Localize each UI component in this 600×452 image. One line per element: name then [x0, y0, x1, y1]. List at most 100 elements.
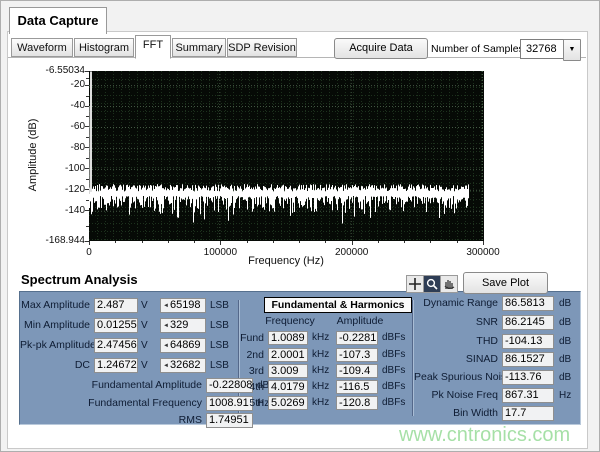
x-axis-minor-tick	[115, 241, 116, 243]
harmonic-label: Fund	[240, 331, 264, 346]
tab-sdp-revision[interactable]: SDP Revision	[227, 38, 297, 57]
analysis-label: Min Amplitude	[20, 318, 90, 333]
volts-field-value: 2.487	[97, 299, 125, 311]
volts-field[interactable]: 2.47456	[94, 338, 138, 353]
lsb-field[interactable]: ◄65198	[160, 298, 206, 313]
metric-field[interactable]: 867.31	[502, 388, 554, 403]
analysis-label: Dynamic Range	[414, 296, 498, 311]
unit-label: dBFs	[382, 330, 405, 345]
pan-hand-icon[interactable]	[440, 275, 458, 293]
harmonic-amplitude-field[interactable]: -109.4	[336, 364, 378, 378]
x-axis-minor-tick	[273, 241, 274, 243]
tab-waveform[interactable]: Waveform	[11, 38, 73, 57]
field-scroll-arrow-icon[interactable]: ◄	[163, 323, 169, 329]
unit-label: kHz	[312, 347, 329, 362]
lsb-field-value: 329	[170, 319, 188, 331]
analysis-label: RMS	[20, 413, 202, 428]
analysis-label: Bin Width	[414, 406, 498, 421]
metric-field[interactable]: -113.76	[502, 370, 554, 385]
unit-label: dBFs	[382, 363, 405, 378]
field-scroll-arrow-icon[interactable]: ◄	[163, 303, 169, 309]
unit-label: dBFs	[382, 395, 405, 410]
fft-tab-page: Amplitude (dB) Frequency (Hz) -6.55034-2…	[1, 58, 599, 273]
metric-field-value: 86.2145	[505, 316, 545, 328]
analysis-label: DC	[20, 358, 90, 373]
y-tick-label: -20	[31, 79, 85, 90]
harmonic-amplitude-field-value: -120.8	[339, 397, 370, 409]
field-scroll-arrow-icon[interactable]: ◄	[163, 343, 169, 349]
tab-fft[interactable]: FFT	[135, 35, 171, 59]
metric-field-value: 86.1527	[505, 353, 545, 365]
scalar-field-value: 1.74951	[209, 414, 249, 426]
volts-field[interactable]: 0.0125504	[94, 318, 138, 333]
scalar-field[interactable]: 1.74951	[206, 413, 253, 428]
analysis-label: THD	[414, 334, 498, 349]
tab-summary[interactable]: Summary	[172, 38, 226, 57]
fft-plot[interactable]	[89, 71, 484, 241]
analysis-label: SNR	[414, 315, 498, 330]
volts-field[interactable]: 1.24672	[94, 358, 138, 373]
unit-label: dB	[559, 370, 571, 385]
x-axis-minor-tick	[142, 241, 143, 243]
watermark-text: www.cntronics.com	[399, 424, 595, 447]
number-of-samples-value[interactable]: 32768	[520, 39, 569, 59]
x-axis-minor-tick	[430, 241, 431, 243]
volts-field-value: 0.0125504	[97, 319, 138, 331]
harmonic-frequency-field[interactable]: 2.0001	[268, 348, 308, 362]
y-tick-label: -140	[31, 205, 85, 216]
lsb-field[interactable]: ◄32682	[160, 358, 206, 373]
metric-field[interactable]: -104.13	[502, 334, 554, 349]
number-of-samples-label: Number of Samples	[431, 43, 524, 55]
harmonic-frequency-field[interactable]: 4.0179	[268, 380, 308, 394]
harmonic-amplitude-field-value: -116.5	[339, 381, 369, 393]
harmonic-amplitude-field[interactable]: -0.2281	[336, 331, 378, 345]
acquire-data-button[interactable]: Acquire Data	[334, 38, 428, 59]
analysis-label: Pk-pk Amplitude	[20, 338, 90, 353]
harmonic-label: 3rd	[240, 364, 264, 379]
lsb-field[interactable]: ◄329	[160, 318, 206, 333]
tab-data-capture[interactable]: Data Capture	[9, 7, 107, 34]
y-tick-label: -100	[31, 163, 85, 174]
y-axis-tick	[85, 126, 89, 127]
unit-label: dB	[559, 334, 571, 349]
harmonic-amplitude-field[interactable]: -120.8	[336, 396, 378, 410]
x-tick-label: 0	[59, 247, 119, 258]
y-tick-label: -120	[31, 184, 85, 195]
x-axis-tick	[89, 241, 90, 245]
y-axis-tick	[85, 147, 89, 148]
harmonic-amplitude-field[interactable]: -116.5	[336, 380, 378, 394]
x-axis-minor-tick	[378, 241, 379, 243]
unit-label: LSB	[210, 318, 229, 333]
harmonic-amplitude-field-value: -0.2281	[339, 332, 376, 344]
lsb-field[interactable]: ◄64869	[160, 338, 206, 353]
harmonic-frequency-field[interactable]: 3.009	[268, 364, 308, 378]
amplitude-column-header: Amplitude	[332, 315, 388, 327]
samples-dropdown-button[interactable]: ▼	[563, 39, 581, 61]
save-plot-button[interactable]: Save Plot	[463, 272, 548, 294]
metric-field[interactable]: 17.7	[502, 406, 554, 421]
tab-histogram[interactable]: Histogram	[74, 38, 134, 57]
y-axis-tick	[85, 189, 89, 190]
harmonic-frequency-field-value: 3.009	[271, 365, 299, 377]
harmonic-label: 4th	[240, 380, 264, 395]
metric-field[interactable]: 86.1527	[502, 352, 554, 367]
unit-label: kHz	[312, 395, 329, 410]
lsb-field-value: 65198	[170, 299, 201, 311]
harmonic-amplitude-field[interactable]: -107.3	[336, 348, 378, 362]
analysis-label: Max Amplitude	[20, 298, 90, 313]
x-axis-minor-tick	[247, 241, 248, 243]
harmonic-amplitude-field-value: -109.4	[339, 365, 370, 377]
analysis-label: Fundamental Amplitude	[20, 378, 202, 393]
harmonic-frequency-field[interactable]: 1.0089	[268, 331, 308, 345]
volts-field[interactable]: 2.487	[94, 298, 138, 313]
field-scroll-arrow-icon[interactable]: ◄	[163, 363, 169, 369]
unit-label: kHz	[312, 363, 329, 378]
magnifier-icon[interactable]	[423, 275, 441, 293]
harmonic-frequency-field[interactable]: 5.0269	[268, 396, 308, 410]
harmonic-label: 5th	[240, 396, 264, 411]
metric-field[interactable]: 86.5813	[502, 296, 554, 311]
y-axis-minor-tick	[86, 179, 89, 180]
x-axis-minor-tick	[299, 241, 300, 243]
metric-field[interactable]: 86.2145	[502, 315, 554, 330]
crosshair-icon[interactable]	[406, 275, 424, 293]
